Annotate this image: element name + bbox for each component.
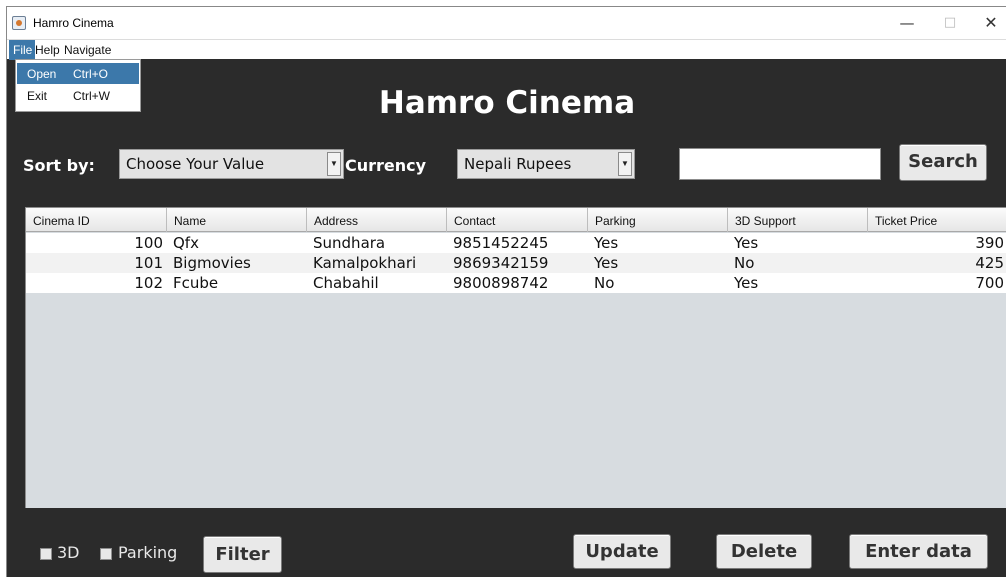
cell-cinema-id: 101 [134,254,163,272]
checkbox-3d-label: 3D [57,543,80,562]
chevron-down-icon[interactable]: ▼ [327,152,341,176]
window-title: Hamro Cinema [33,16,114,30]
cell-parking: Yes [594,234,619,252]
checkbox-parking[interactable] [100,548,112,560]
cell-cinema-id: 102 [134,274,163,292]
app-window: Hamro Cinema — □ ✕ File Help Navigate Op… [6,6,1006,577]
currency-select-value: Nepali Rupees [464,155,572,173]
java-app-icon [12,16,26,30]
search-input[interactable] [679,148,881,180]
table-row[interactable]: 100 Qfx Sundhara 9851452245 Yes Yes 390 [26,233,1006,253]
title-bar: Hamro Cinema — □ ✕ [7,7,1006,39]
column-header-name[interactable]: Name [167,208,307,232]
minimize-button[interactable]: — [887,11,927,35]
cell-contact: 9800898742 [453,274,549,292]
menu-navigate[interactable]: Navigate [64,43,111,57]
table-row[interactable]: 101 Bigmovies Kamalpokhari 9869342159 Ye… [26,253,1006,273]
cell-cinema-id: 100 [134,234,163,252]
table-header: Cinema ID Name Address Contact Parking 3… [26,208,1006,232]
column-header-cinema-id[interactable]: Cinema ID [26,208,167,232]
cell-contact: 9851452245 [453,234,549,252]
table-row[interactable]: 102 Fcube Chabahil 9800898742 No Yes 700 [26,273,1006,293]
cell-3d-support: Yes [734,274,759,292]
menu-item-label: Open [27,67,57,81]
delete-button[interactable]: Delete [716,534,812,569]
cell-parking: No [594,274,615,292]
menu-item-exit[interactable]: Exit Ctrl+W [17,85,139,106]
filter-button[interactable]: Filter [203,536,282,573]
column-header-parking[interactable]: Parking [588,208,728,232]
cell-3d-support: No [734,254,755,272]
maximize-button[interactable]: □ [930,11,970,35]
currency-label: Currency [345,156,427,175]
column-header-contact[interactable]: Contact [447,208,588,232]
cell-contact: 9869342159 [453,254,549,272]
page-title: Hamro Cinema [378,85,636,121]
menu-item-open[interactable]: Open Ctrl+O [17,63,139,84]
sort-select[interactable]: Choose Your Value ▼ [119,149,344,179]
column-header-address[interactable]: Address [307,208,447,232]
cell-address: Kamalpokhari [313,254,417,272]
checkbox-parking-label: Parking [118,543,178,562]
currency-select[interactable]: Nepali Rupees ▼ [457,149,635,179]
cell-ticket-price: 700 [975,274,1004,292]
update-button[interactable]: Update [573,534,671,569]
search-button[interactable]: Search [899,144,987,181]
cell-address: Sundhara [313,234,386,252]
sort-label: Sort by: [23,156,95,175]
cell-3d-support: Yes [734,234,759,252]
column-header-ticket-price[interactable]: Ticket Price [868,208,1006,232]
cell-parking: Yes [594,254,619,272]
cinema-table[interactable]: Cinema ID Name Address Contact Parking 3… [25,207,1006,508]
checkbox-3d[interactable] [40,548,52,560]
column-header-3d-support[interactable]: 3D Support [728,208,868,232]
menu-item-label: Exit [27,89,48,103]
menu-bar: File Help Navigate [7,39,1006,60]
cell-name: Fcube [173,274,219,292]
chevron-down-icon[interactable]: ▼ [618,152,632,176]
cell-ticket-price: 390 [975,234,1004,252]
cell-name: Bigmovies [173,254,251,272]
cell-name: Qfx [173,234,199,252]
file-menu-dropdown: Open Ctrl+O Exit Ctrl+W [15,59,141,112]
menu-item-shortcut: Ctrl+W [73,89,110,103]
cell-ticket-price: 425 [975,254,1004,272]
close-button[interactable]: ✕ [971,11,1006,35]
cell-address: Chabahil [313,274,379,292]
menu-file[interactable]: File [9,40,36,60]
enter-data-button[interactable]: Enter data [849,534,988,569]
menu-help[interactable]: Help [35,43,60,57]
menu-item-shortcut: Ctrl+O [73,67,109,81]
sort-select-value: Choose Your Value [126,155,265,173]
